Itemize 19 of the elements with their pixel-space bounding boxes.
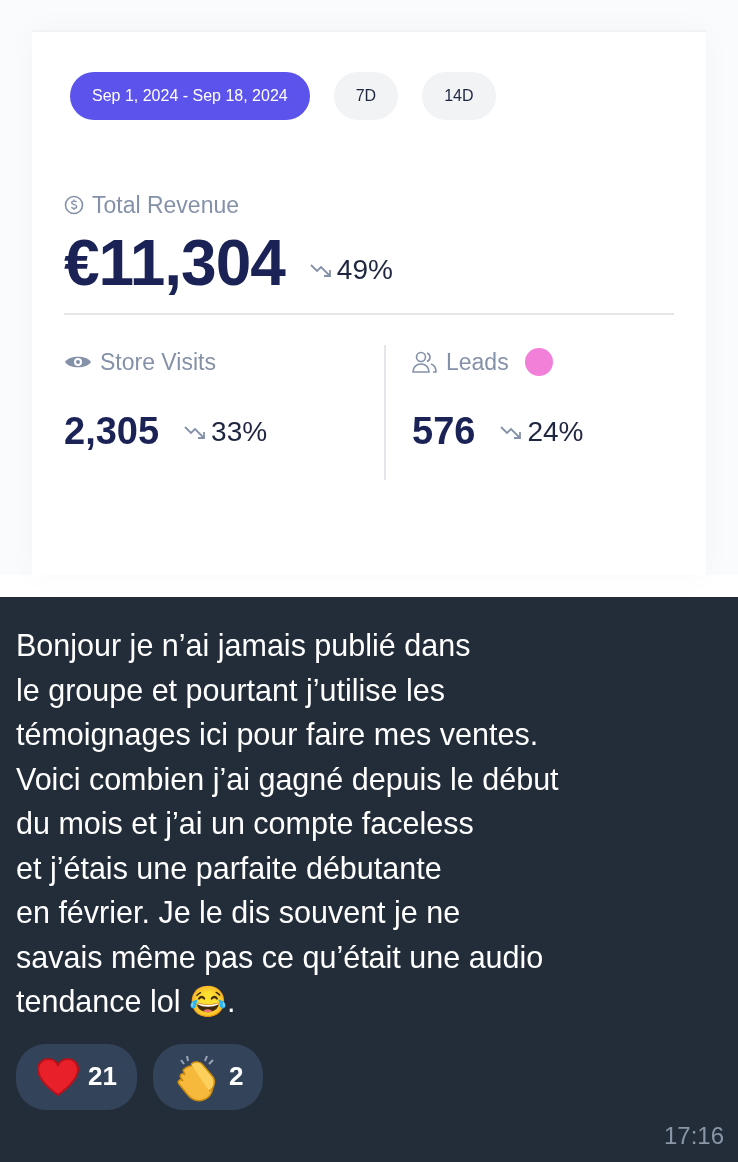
reaction-button[interactable]: 2	[152, 1043, 264, 1110]
metric-label: Store Visits	[100, 347, 216, 377]
users-icon	[412, 349, 438, 374]
change-percent: 24%	[527, 414, 584, 449]
reaction-button[interactable]: 21	[16, 1043, 137, 1110]
message-text: Bonjour je n’ai jamais publié dans le groupe et pourtant j’utilise les témoignages ici pour faire mes ventes. Voici combien j’ai gagné depuis le début du mois et j’ai un compte faceless et j’étais une parfaite débutante en février. Je le dis souvent je ne savais même pas ce qu’était une audio tendance lol 😂.	[16, 627, 560, 1020]
message-time: 17:16	[663, 1121, 724, 1151]
change-percent: 49%	[336, 252, 393, 287]
heart-icon	[36, 1056, 80, 1097]
metric-label: Total Revenue	[92, 191, 240, 220]
dollar-icon	[64, 195, 84, 216]
metric-value: 576	[412, 409, 476, 454]
date-range-tab[interactable]: 14D	[422, 72, 496, 120]
revenue-value: €11,304	[64, 230, 285, 295]
metric-label: Leads	[446, 347, 509, 377]
metric-value: 2,305	[64, 409, 160, 454]
change-percent: 33%	[211, 414, 268, 449]
date-range-tab[interactable]: Sep 1, 2024 - Sep 18, 2024	[70, 72, 310, 120]
date-range-tab[interactable]: 7D	[333, 72, 399, 120]
